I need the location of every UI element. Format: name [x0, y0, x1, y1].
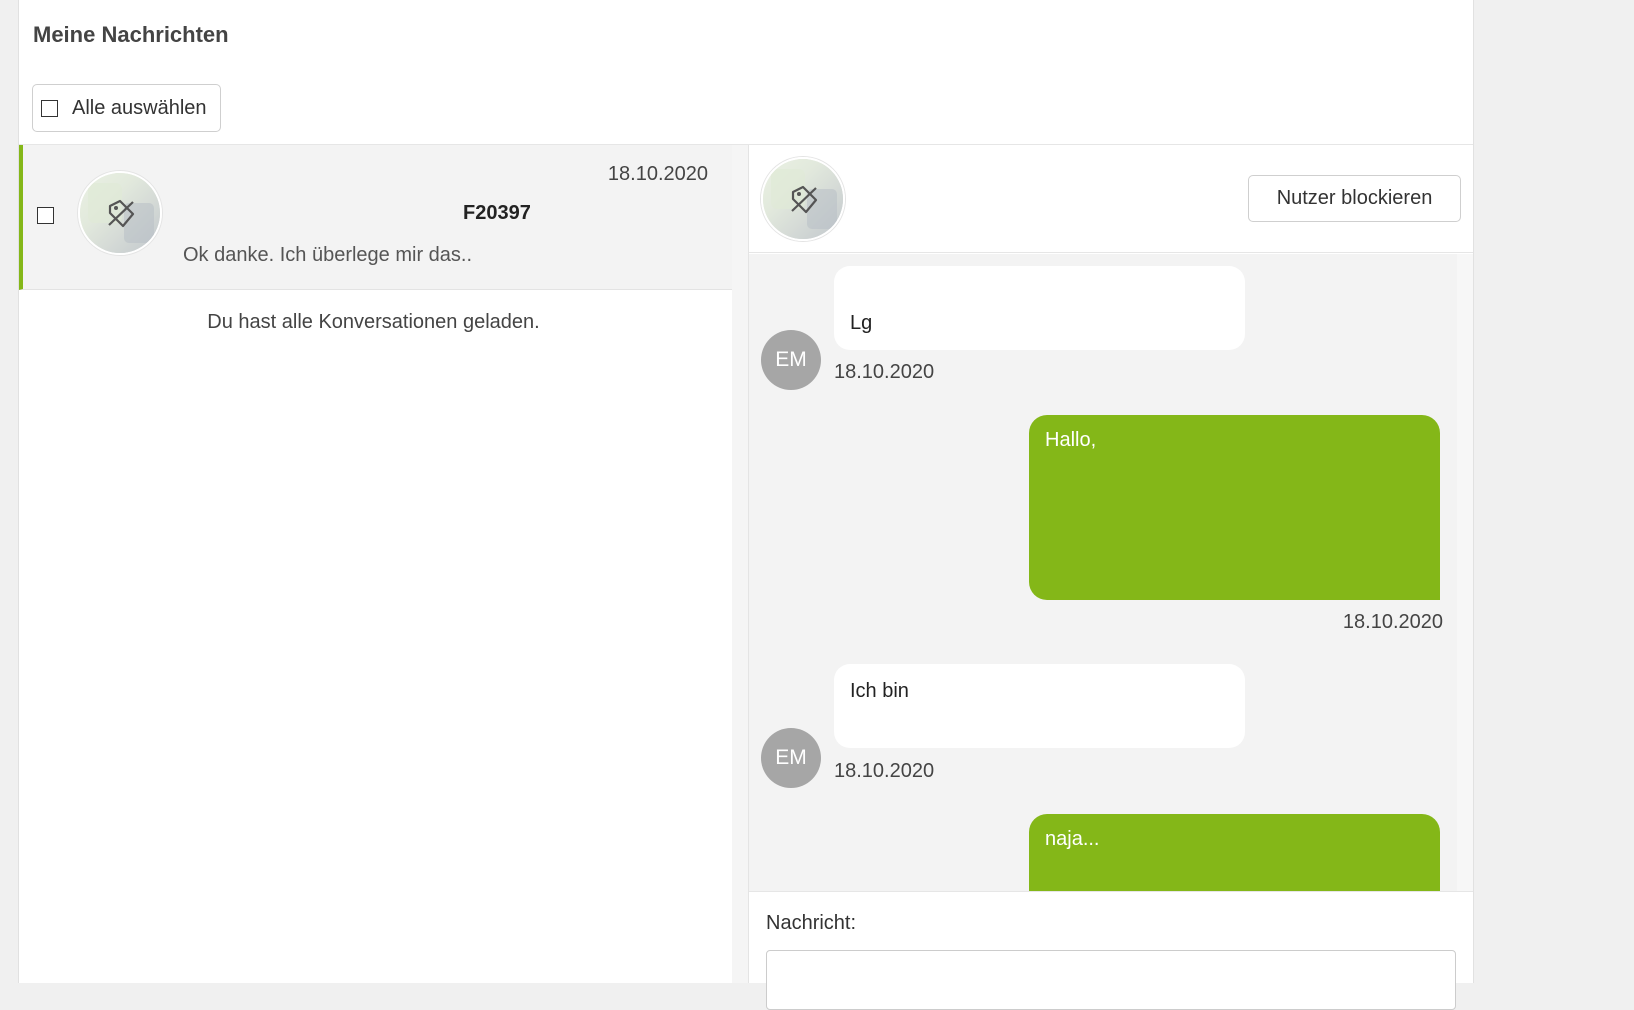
conversation-title: F20397 — [463, 202, 531, 224]
message-date: 18.10.2020 — [1342, 611, 1443, 633]
sender-avatar: EM — [761, 728, 821, 788]
message-bubble-outgoing: Hallo, — [1029, 415, 1440, 600]
message-thread[interactable]: Lg EM 18.10.2020 Hallo, 18.10.2020 Ich b… — [749, 254, 1457, 891]
message-bubble-incoming: Ich bin — [834, 664, 1245, 748]
avatar-initials: EM — [775, 348, 807, 371]
tag-off-icon — [791, 185, 818, 214]
app-window: Meine Nachrichten Alle auswählen 18.10.2… — [0, 0, 1634, 1010]
list-scrollbar-track[interactable] — [732, 145, 748, 983]
conversation-date: 18.10.2020 — [607, 163, 708, 185]
conversation-item[interactable]: 18.10.2020 F20397 Ok danke. Ich überlege… — [19, 145, 732, 290]
chat-header: Nutzer blockieren — [749, 145, 1473, 253]
avatar-initials: EM — [775, 746, 807, 769]
message-scrollbar-track[interactable] — [1457, 254, 1473, 891]
message-bubble-incoming: Lg — [834, 266, 1245, 350]
select-all-checkbox[interactable] — [41, 99, 58, 117]
message-date: 18.10.2020 — [834, 361, 935, 383]
sender-avatar: EM — [761, 330, 821, 390]
conversation-list-end-text: Du hast alle Konversationen geladen. — [207, 311, 540, 333]
conversation-checkbox[interactable] — [37, 207, 54, 224]
messages-card: Meine Nachrichten Alle auswählen 18.10.2… — [18, 0, 1474, 1010]
message-date: 18.10.2020 — [834, 760, 935, 782]
chat-panel: Nutzer blockieren Lg EM 18.10.2020 Hallo… — [748, 145, 1473, 1010]
tag-off-icon — [108, 199, 135, 228]
listing-thumbnail — [78, 171, 162, 255]
page-title: Meine Nachrichten — [33, 22, 229, 47]
message-bubble-outgoing: naja... — [1029, 814, 1440, 891]
message-text: Ich bin — [850, 680, 909, 702]
block-user-button[interactable]: Nutzer blockieren — [1248, 175, 1461, 222]
message-text: Hallo, — [1045, 429, 1097, 451]
message-input[interactable] — [766, 950, 1456, 1010]
message-composer: Nachricht: — [749, 891, 1473, 1010]
select-all-button[interactable]: Alle auswählen — [32, 84, 221, 132]
message-text: naja... — [1045, 828, 1100, 850]
message-input-label: Nachricht: — [766, 912, 857, 934]
conversation-preview: Ok danke. Ich überlege mir das.. — [183, 244, 473, 266]
message-text: Lg — [850, 312, 873, 334]
select-all-label: Alle auswählen — [72, 96, 207, 119]
conversation-list: 18.10.2020 F20397 Ok danke. Ich überlege… — [19, 145, 732, 983]
chat-listing-thumbnail — [761, 157, 845, 241]
